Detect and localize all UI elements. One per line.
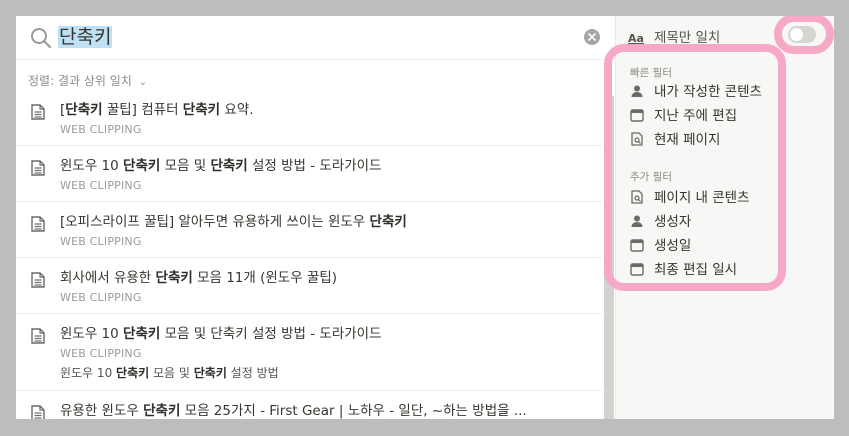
- text-fragment: [오피스라이프 꿀팁] 알아두면 유용하게 쓰이는 윈도우: [60, 214, 370, 230]
- toggle-highlight-ring: [774, 16, 834, 54]
- result-source: WEB CLIPPING: [60, 179, 142, 192]
- filter-item[interactable]: 현재 페이지: [630, 129, 720, 151]
- person-icon: [630, 213, 644, 227]
- search-result-item[interactable]: [단축키 꿀팁] 컴퓨터 단축키 요약. WEB CLIPPING: [16, 90, 602, 146]
- search-result-item[interactable]: 윈도우 10 단축키 모음 및 단축키 설정 방법 - 도라가이드 WEB CLI…: [16, 146, 602, 202]
- results-scrollbar[interactable]: [604, 96, 614, 419]
- match-highlight: 단축키: [182, 102, 221, 118]
- sort-dropdown[interactable]: 정렬: 결과 상위 일치 ⌄: [28, 72, 147, 89]
- match-highlight: 단축키: [116, 366, 150, 380]
- calendar-icon: [630, 261, 644, 276]
- text-fragment: 꿀팁] 컴퓨터: [102, 102, 183, 118]
- filter-label: 지난 주에 편집: [654, 108, 738, 124]
- page-icon: [31, 104, 45, 124]
- search-result-item[interactable]: 유용한 윈도우 단축키 모음 25가지 - First Gear | 노하우 -…: [16, 391, 602, 419]
- close-icon: [588, 33, 596, 41]
- clear-search-button[interactable]: [584, 29, 600, 45]
- match-highlight: 단축키: [123, 326, 161, 342]
- search-bar: 단축키: [16, 16, 615, 60]
- chevron-down-icon: ⌄: [138, 77, 148, 88]
- text-fragment: 설정 방법: [226, 366, 279, 380]
- result-source: WEB CLIPPING: [60, 235, 142, 248]
- match-highlight: 단축키: [143, 403, 181, 419]
- calendar-icon: [630, 107, 644, 122]
- text-fragment: 모음 및 단축키 설정 방법 - 도라가이드: [160, 326, 382, 342]
- search-icon: [31, 28, 52, 49]
- result-title: 윈도우 10 단축키 모음 및 단축키 설정 방법 - 도라가이드: [60, 324, 602, 344]
- page-search-icon: [630, 189, 644, 204]
- search-result-item[interactable]: 회사에서 유용한 단축키 모음 11개 (윈도우 꿀팁) WEB CLIPPING: [16, 258, 602, 314]
- result-title: 유용한 윈도우 단축키 모음 25가지 - First Gear | 노하우 -…: [60, 401, 602, 419]
- filter-item[interactable]: 최종 편집 일시: [630, 259, 737, 281]
- results-pane: 단축키 정렬: 결과 상위 일치 ⌄ [단축키 꿀팁] 컴퓨터 단축키 요약. W…: [16, 16, 615, 419]
- result-snippet: 윈도우 10 단축키 모음 및 단축키 설정 방법: [60, 364, 602, 382]
- search-input[interactable]: 단축키: [58, 24, 113, 50]
- page-icon: [31, 216, 45, 236]
- search-dialog: 단축키 정렬: 결과 상위 일치 ⌄ [단축키 꿀팁] 컴퓨터 단축키 요약. W…: [16, 16, 834, 419]
- filter-label: 최종 편집 일시: [654, 262, 738, 278]
- result-source: WEB CLIPPING: [60, 347, 142, 360]
- text-fragment: 윈도우 10: [60, 158, 124, 174]
- text-format-icon: Aa: [628, 32, 644, 45]
- result-source: WEB CLIPPING: [60, 291, 142, 304]
- text-fragment: 모음 및: [160, 158, 211, 174]
- match-highlight: 단축키: [210, 158, 248, 174]
- text-fragment: 모음 11개 (윈도우 꿀팁): [192, 270, 338, 286]
- filter-item[interactable]: 페이지 내 콘텐츠: [630, 187, 750, 209]
- filter-item[interactable]: 지난 주에 편집: [630, 105, 737, 127]
- text-fragment: 모음 25가지 - First Gear | 노하우 - 일단, ~하는 방법을…: [180, 403, 527, 419]
- search-query: 단축키: [58, 26, 113, 48]
- result-source: WEB CLIPPING: [60, 123, 142, 136]
- page-icon: [31, 405, 45, 419]
- results-list: [단축키 꿀팁] 컴퓨터 단축키 요약. WEB CLIPPING 윈도우 10 단…: [16, 90, 602, 419]
- text-fragment: 모음 및: [149, 366, 194, 380]
- filter-label: 페이지 내 콘텐츠: [654, 190, 750, 206]
- text-fragment: 윈도우 10: [60, 326, 124, 342]
- filter-label: 생성일: [654, 238, 692, 254]
- text-fragment: 설정 방법 - 도라가이드: [247, 158, 382, 174]
- page-search-icon: [630, 131, 644, 146]
- filter-label: 내가 작성한 콘텐츠: [654, 84, 762, 100]
- more-filters-label: 추가 필터: [630, 171, 672, 183]
- sort-label: 정렬:: [28, 74, 55, 88]
- page-icon: [31, 160, 45, 180]
- filter-item[interactable]: 내가 작성한 콘텐츠: [630, 81, 762, 103]
- result-title: 윈도우 10 단축키 모음 및 단축키 설정 방법 - 도라가이드: [60, 156, 602, 176]
- result-title: 회사에서 유용한 단축키 모음 11개 (윈도우 꿀팁): [60, 268, 602, 288]
- filter-item[interactable]: 생성일: [630, 235, 691, 257]
- quick-filters-label: 빠른 필터: [630, 67, 672, 79]
- result-title: [단축키 꿀팁] 컴퓨터 단축키 요약.: [60, 100, 602, 120]
- filter-label: 생성자: [654, 214, 692, 230]
- search-result-item[interactable]: [오피스라이프 꿀팁] 알아두면 유용하게 쓰이는 윈도우 단축키 WEB CLI…: [16, 202, 602, 258]
- text-fragment: 윈도우 10: [60, 366, 117, 380]
- filter-item[interactable]: 생성자: [630, 211, 691, 233]
- text-fragment: 유용한 윈도우: [60, 403, 144, 419]
- calendar-icon: [630, 237, 644, 252]
- search-result-item[interactable]: 윈도우 10 단축키 모음 및 단축키 설정 방법 - 도라가이드 WEB CLI…: [16, 314, 602, 391]
- match-highlight: 단축키: [155, 270, 193, 286]
- person-icon: [630, 83, 644, 97]
- page-icon: [31, 272, 45, 292]
- filter-label: 현재 페이지: [654, 132, 721, 148]
- match-highlight: 단축키: [193, 366, 227, 380]
- result-title: [오피스라이프 꿀팁] 알아두면 유용하게 쓰이는 윈도우 단축키: [60, 212, 602, 232]
- title-only-row: Aa 제목만 일치: [628, 26, 720, 46]
- title-only-label: 제목만 일치: [653, 30, 721, 46]
- text-fragment: 회사에서 유용한: [60, 270, 156, 286]
- text-fragment: 요약.: [220, 102, 254, 118]
- match-highlight: 단축키: [65, 102, 103, 118]
- match-highlight: 단축키: [369, 214, 407, 230]
- filter-sidebar: Aa 제목만 일치 빠른 필터 내가 작성한 콘텐츠 지난 주에 편집 현재 페이지 …: [615, 16, 834, 419]
- page-icon: [31, 328, 45, 348]
- sort-value: 결과 상위 일치: [57, 74, 132, 88]
- match-highlight: 단축키: [123, 158, 161, 174]
